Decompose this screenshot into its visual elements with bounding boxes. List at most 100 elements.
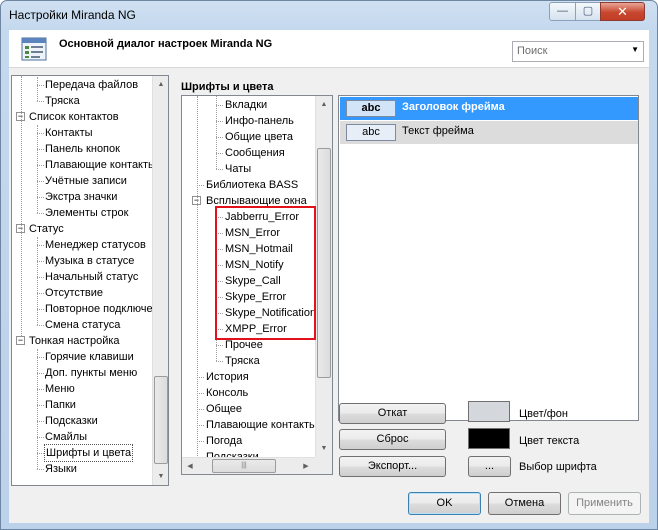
tree-connector — [37, 405, 44, 406]
font-group-item[interactable]: Консоль — [206, 385, 248, 401]
highlight-box — [215, 206, 316, 340]
tree-item[interactable]: Список контактов — [29, 109, 119, 125]
font-group-item[interactable]: Инфо-панель — [225, 113, 294, 129]
tree-connector — [216, 169, 223, 170]
font-tree-scrollbar[interactable]: ▲ ▼ — [315, 96, 332, 457]
scroll-right-icon[interactable]: ▶ — [298, 458, 314, 474]
scroll-thumb[interactable]: ||| — [212, 459, 276, 473]
scroll-down-icon[interactable]: ▼ — [153, 468, 168, 485]
dialog-heading: Основной диалог настроек Miranda NG — [59, 38, 273, 50]
tree-item[interactable]: Контакты — [45, 125, 93, 141]
dialog-header: Основной диалог настроек Miranda NG Поис… — [9, 30, 649, 68]
tree-item[interactable]: Элементы строк — [45, 205, 128, 221]
tree-connector — [37, 325, 44, 326]
tree-connector — [37, 245, 44, 246]
scroll-thumb[interactable] — [154, 376, 168, 464]
tree-item[interactable]: Подсказки — [45, 413, 98, 429]
tree-connector — [216, 96, 217, 169]
tree-connector — [216, 345, 223, 346]
tree-item[interactable]: Учётные записи — [45, 173, 127, 189]
font-list-item[interactable]: abc Заголовок фрейма — [340, 97, 638, 120]
maximize-button[interactable]: ▢ — [575, 2, 601, 21]
tree-connector — [37, 421, 44, 422]
font-list-item[interactable]: abc Текст фрейма — [340, 121, 638, 144]
tree-item[interactable]: Менеджер статусов — [45, 237, 146, 253]
scroll-corner — [315, 457, 332, 474]
tree-item[interactable]: Статус — [29, 221, 64, 237]
scroll-down-icon[interactable]: ▼ — [316, 440, 332, 457]
tree-item[interactable]: Повторное подключение — [45, 301, 168, 317]
close-button[interactable]: ✕ — [600, 2, 645, 21]
tree-connector — [216, 153, 223, 154]
font-group-item[interactable]: Общие цвета — [225, 129, 293, 145]
font-group-item[interactable]: Сообщения — [225, 145, 285, 161]
font-group-item[interactable]: Погода — [206, 433, 242, 449]
tree-item[interactable]: Горячие клавиши — [45, 349, 134, 365]
tree-connector — [197, 425, 204, 426]
tree-item[interactable]: Доп. пункты меню — [45, 365, 137, 381]
tree-connector — [37, 261, 44, 262]
tree-connector — [21, 76, 22, 336]
tree-connector — [37, 125, 38, 213]
options-tree[interactable]: Передача файлов Тряска − Список контактов Ко… — [11, 75, 169, 486]
minimize-button[interactable]: — — [549, 2, 576, 21]
tree-connector — [197, 441, 204, 442]
choose-font-button[interactable]: ... — [468, 456, 511, 477]
tree-connector — [37, 165, 44, 166]
tree-item[interactable]: Папки — [45, 397, 76, 413]
tree-item[interactable]: Передача файлов — [45, 77, 138, 93]
cancel-button[interactable]: Отмена — [488, 492, 561, 515]
tree-item[interactable]: Смена статуса — [45, 317, 120, 333]
tree-connector — [37, 181, 44, 182]
font-group-item[interactable]: История — [206, 369, 249, 385]
tree-connector — [216, 137, 223, 138]
tree-item[interactable]: Экстра значки — [45, 189, 117, 205]
text-color-swatch[interactable] — [468, 428, 510, 449]
dropdown-arrow-icon[interactable]: ▼ — [631, 45, 639, 54]
font-group-item[interactable]: Вкладки — [225, 97, 267, 113]
tree-item[interactable]: Отсутствие — [45, 285, 103, 301]
reset-button[interactable]: Сброс — [339, 429, 446, 450]
font-group-item[interactable]: Тряска — [225, 353, 260, 369]
tree-item[interactable]: Меню — [45, 381, 75, 397]
undo-button[interactable]: Откат — [339, 403, 446, 424]
tree-connector — [216, 361, 223, 362]
tree-item[interactable]: Языки — [45, 461, 77, 477]
font-group-item[interactable]: Плавающие контакты — [206, 417, 317, 433]
tree-connector — [197, 185, 204, 186]
scroll-up-icon[interactable]: ▲ — [316, 96, 332, 113]
font-group-item[interactable]: Общее — [206, 401, 242, 417]
tree-item[interactable]: Тонкая настройка — [29, 333, 120, 349]
section-title: Шрифты и цвета — [181, 81, 274, 93]
tree-connector — [37, 237, 38, 325]
title-bar[interactable]: Настройки Miranda NG — ▢ ✕ — [1, 1, 657, 29]
scroll-thumb[interactable] — [317, 148, 331, 378]
font-group-item[interactable]: Чаты — [225, 161, 251, 177]
apply-button[interactable]: Применить — [568, 492, 641, 515]
tree-item[interactable]: Шрифты и цвета — [43, 444, 134, 462]
tree-item[interactable]: Смайлы — [45, 429, 87, 445]
export-button[interactable]: Экспорт... — [339, 456, 446, 477]
window-title: Настройки Miranda NG — [9, 8, 136, 22]
tree-connector — [37, 133, 44, 134]
ok-button[interactable]: OK — [408, 492, 481, 515]
font-list[interactable]: abc Заголовок фрейма abc Текст фрейма — [338, 95, 639, 421]
tree-item[interactable]: Тряска — [45, 93, 80, 109]
left-tree-scrollbar[interactable]: ▲ ▼ — [152, 76, 168, 485]
tree-connector — [37, 453, 44, 454]
background-color-swatch[interactable] — [468, 401, 510, 422]
search-combobox[interactable]: Поиск ▼ — [512, 41, 644, 62]
font-tree-hscrollbar[interactable]: ◀ ||| ▶ — [182, 457, 332, 474]
tree-item[interactable]: Начальный статус — [45, 269, 138, 285]
tree-connector — [197, 377, 204, 378]
font-group-item[interactable]: Библиотека BASS — [206, 177, 298, 193]
scroll-left-icon[interactable]: ◀ — [182, 458, 198, 474]
collapse-toggle-icon[interactable]: − — [16, 336, 25, 345]
scroll-up-icon[interactable]: ▲ — [153, 76, 168, 93]
tree-connector — [37, 357, 44, 358]
font-sample: abc — [346, 124, 396, 141]
tree-item[interactable]: Панель кнопок — [45, 141, 120, 157]
tree-connector — [37, 437, 44, 438]
tree-item[interactable]: Плавающие контакты — [45, 157, 156, 173]
tree-item[interactable]: Музыка в статусе — [45, 253, 134, 269]
